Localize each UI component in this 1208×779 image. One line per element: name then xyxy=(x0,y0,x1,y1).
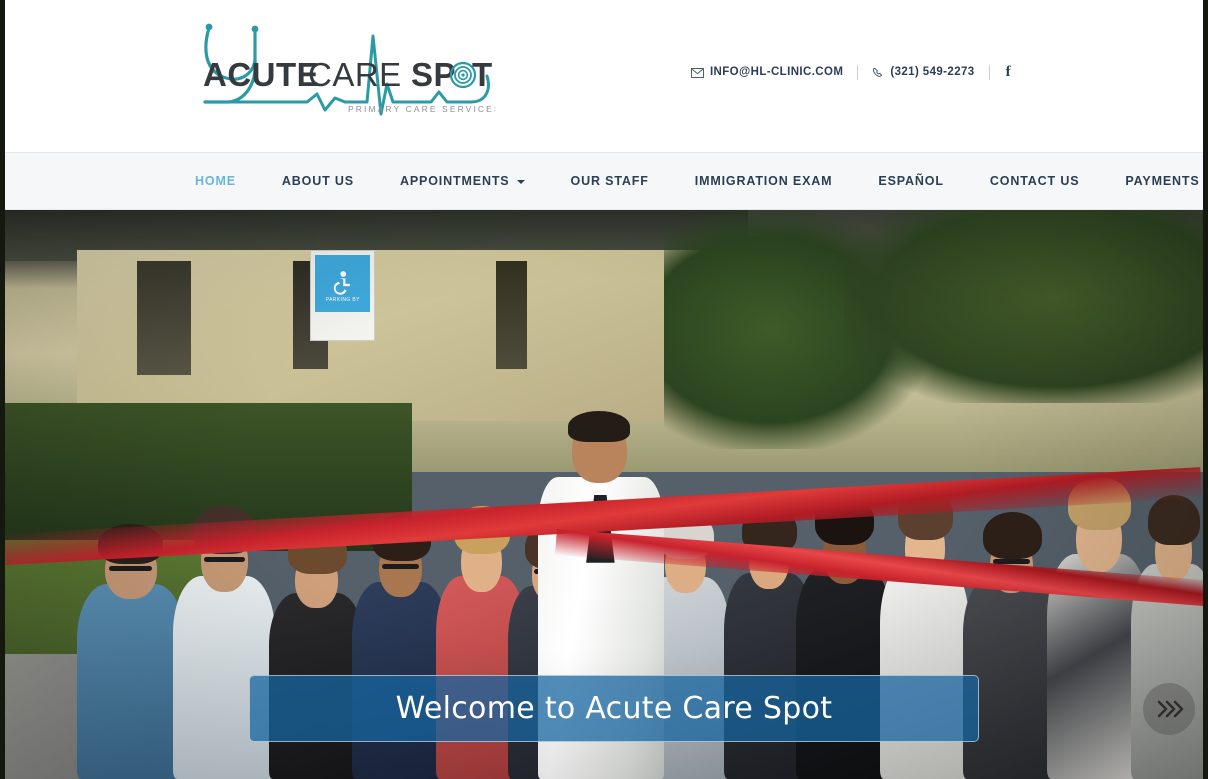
nav-label-appointments: APPOINTMENTS xyxy=(399,174,510,188)
nav-label-payments: PAYMENTS xyxy=(1125,174,1200,188)
nav-label-about-us: ABOUT US xyxy=(281,174,354,188)
facebook-icon[interactable]: f xyxy=(990,64,1025,81)
nav-item-contact-us[interactable]: CONTACT US xyxy=(990,174,1080,188)
contact-email-label: INFO@HL-CLINIC.COM xyxy=(709,65,844,78)
browser-viewport: ACUTE CARE SP T PRIMARY CARE SERVICES IN… xyxy=(0,0,1208,779)
site-header: ACUTE CARE SP T PRIMARY CARE SERVICES IN… xyxy=(5,0,1203,152)
nav-item-payments[interactable]: PAYMENTS xyxy=(1125,174,1199,188)
contact-email[interactable]: INFO@HL-CLINIC.COM xyxy=(690,65,857,79)
nav-label-our-staff: OUR STAFF xyxy=(570,174,649,188)
hero-carousel: PARKING BY xyxy=(5,210,1203,779)
contact-phone-label: (321) 549-2273 xyxy=(890,65,975,78)
nav-item-appointments[interactable]: APPOINTMENTS xyxy=(400,174,525,188)
logo-word-sp: SP xyxy=(411,56,456,93)
nav-item-about-us[interactable]: ABOUT US xyxy=(282,174,354,188)
logo-word-care: CARE xyxy=(308,56,402,93)
logo-target-icon xyxy=(449,61,477,89)
header-contact-bar: INFO@HL-CLINIC.COM (321) 549-2273 f xyxy=(690,64,1025,81)
chevron-down-icon xyxy=(516,180,525,184)
nav-item-home[interactable]: HOME xyxy=(195,174,236,188)
chevron-double-right-icon xyxy=(1157,700,1183,718)
nav-item-immigration-exam[interactable]: IMMIGRATION EXAM xyxy=(695,174,833,188)
envelope-icon xyxy=(690,67,704,78)
contact-phone[interactable]: (321) 549-2273 xyxy=(858,65,988,79)
nav-label-immigration-exam: IMMIGRATION EXAM xyxy=(694,174,833,188)
nav-label-espanol: ESPAÑOL xyxy=(878,174,944,188)
phone-icon xyxy=(872,67,884,79)
nav-item-our-staff[interactable]: OUR STAFF xyxy=(571,174,649,188)
page-title: Welcome to Acute Care Spot xyxy=(395,691,833,726)
nav-label-contact-us: CONTACT US xyxy=(989,174,1080,188)
nav-item-espanol[interactable]: ESPAÑOL xyxy=(878,174,943,188)
logo-tagline: PRIMARY CARE SERVICES xyxy=(348,104,495,114)
hero-title-box: Welcome to Acute Care Spot xyxy=(249,675,979,742)
nav-label-home: HOME xyxy=(195,174,236,188)
main-navigation: HOME ABOUT US APPOINTMENTS OUR STAFF IMM… xyxy=(5,152,1203,210)
logo-word-acute: ACUTE xyxy=(203,56,319,93)
site-logo[interactable]: ACUTE CARE SP T PRIMARY CARE SERVICES xyxy=(195,14,495,132)
carousel-next-button[interactable] xyxy=(1143,683,1195,735)
